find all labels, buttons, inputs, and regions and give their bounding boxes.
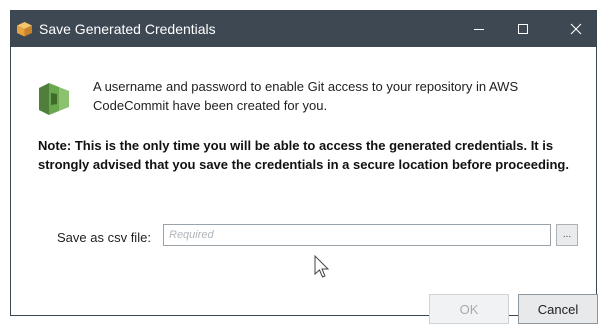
title-bar[interactable]: Save Generated Credentials [11,11,596,47]
minimize-button[interactable] [459,11,499,47]
ok-button[interactable]: OK [429,294,509,324]
mouse-pointer-icon [314,254,330,284]
window-title: Save Generated Credentials [39,21,216,37]
warning-note: Note: This is the only time you will be … [38,138,569,172]
cancel-button[interactable]: Cancel [518,294,598,324]
minimize-icon [474,29,484,30]
info-message: A username and password to enable Git ac… [93,79,519,113]
close-button[interactable] [556,11,596,47]
codecommit-logo-icon [37,79,71,119]
close-icon [570,23,582,35]
csv-file-label: Save as csv file: [57,230,151,245]
maximize-icon [518,24,528,34]
dialog-window: Save Generated Credentials A username an [10,10,598,324]
aws-cube-icon [16,21,33,37]
csv-file-input[interactable] [163,224,551,246]
browse-button[interactable]: ... [556,224,578,246]
maximize-button[interactable] [503,11,543,47]
